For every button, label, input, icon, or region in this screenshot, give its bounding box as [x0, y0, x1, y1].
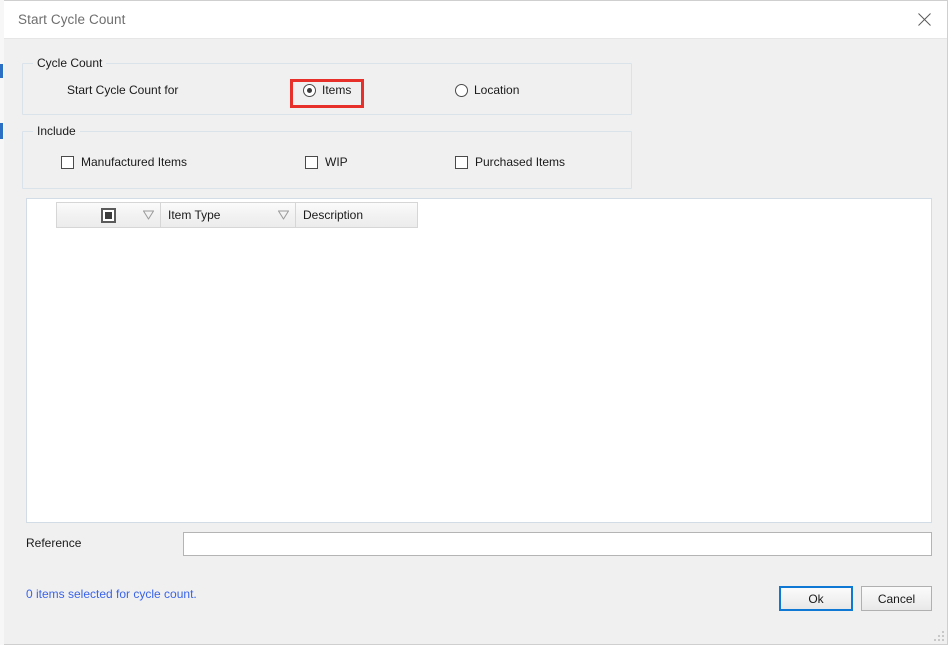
radio-items-label: Items	[322, 83, 352, 97]
grid-header-row: Item Type Description	[56, 202, 418, 228]
include-group-legend: Include	[33, 124, 80, 138]
radio-location-indicator	[455, 83, 468, 97]
status-text: 0 items selected for cycle count.	[26, 587, 197, 601]
checkbox-purchased-items-label: Purchased Items	[475, 155, 566, 169]
cycle-count-group-legend: Cycle Count	[33, 56, 107, 70]
include-group: Include Manufactured Items WIP Purchased…	[22, 124, 632, 189]
grid-column-description[interactable]: Description	[296, 202, 418, 228]
ok-button[interactable]: Ok	[779, 586, 853, 611]
resize-grip-icon[interactable]	[930, 627, 944, 641]
checkbox-manufactured-items[interactable]: Manufactured Items	[61, 155, 187, 169]
radio-location-label: Location	[474, 83, 520, 97]
checkbox-purchased-items[interactable]: Purchased Items	[455, 155, 565, 169]
checkbox-purchased-items-box	[455, 155, 468, 169]
checkbox-wip[interactable]: WIP	[305, 155, 348, 169]
close-icon[interactable]	[901, 1, 947, 38]
cycle-count-group: Cycle Count Start Cycle Count for Items …	[22, 56, 632, 115]
cancel-button[interactable]: Cancel	[861, 586, 932, 611]
checkbox-manufactured-items-label: Manufactured Items	[81, 155, 188, 169]
window-title: Start Cycle Count	[18, 12, 126, 27]
reference-label: Reference	[26, 536, 82, 550]
filter-icon[interactable]	[277, 210, 290, 220]
title-bar: Start Cycle Count	[4, 1, 947, 39]
select-all-checkbox-icon[interactable]	[101, 207, 116, 223]
checkbox-manufactured-items-box	[61, 155, 74, 169]
grid-column-item-type[interactable]: Item Type	[161, 202, 296, 228]
start-cycle-count-for-label: Start Cycle Count for	[67, 83, 179, 97]
filter-icon[interactable]	[142, 210, 155, 220]
radio-items[interactable]: Items	[303, 83, 351, 97]
background-accent-mark	[0, 64, 3, 78]
reference-input[interactable]	[183, 532, 932, 556]
checkbox-wip-box	[305, 155, 318, 169]
radio-location[interactable]: Location	[455, 83, 519, 97]
checkbox-wip-label: WIP	[325, 155, 348, 169]
grid-column-item-type-label: Item Type	[168, 208, 221, 222]
start-cycle-count-dialog: Start Cycle Count Cycle Count Start Cycl…	[4, 0, 948, 645]
grid-column-select-all[interactable]	[56, 202, 161, 228]
background-accent-mark	[0, 123, 3, 139]
grid-column-description-label: Description	[303, 208, 364, 222]
radio-items-indicator	[303, 83, 316, 97]
items-grid: Item Type Description	[26, 198, 932, 523]
